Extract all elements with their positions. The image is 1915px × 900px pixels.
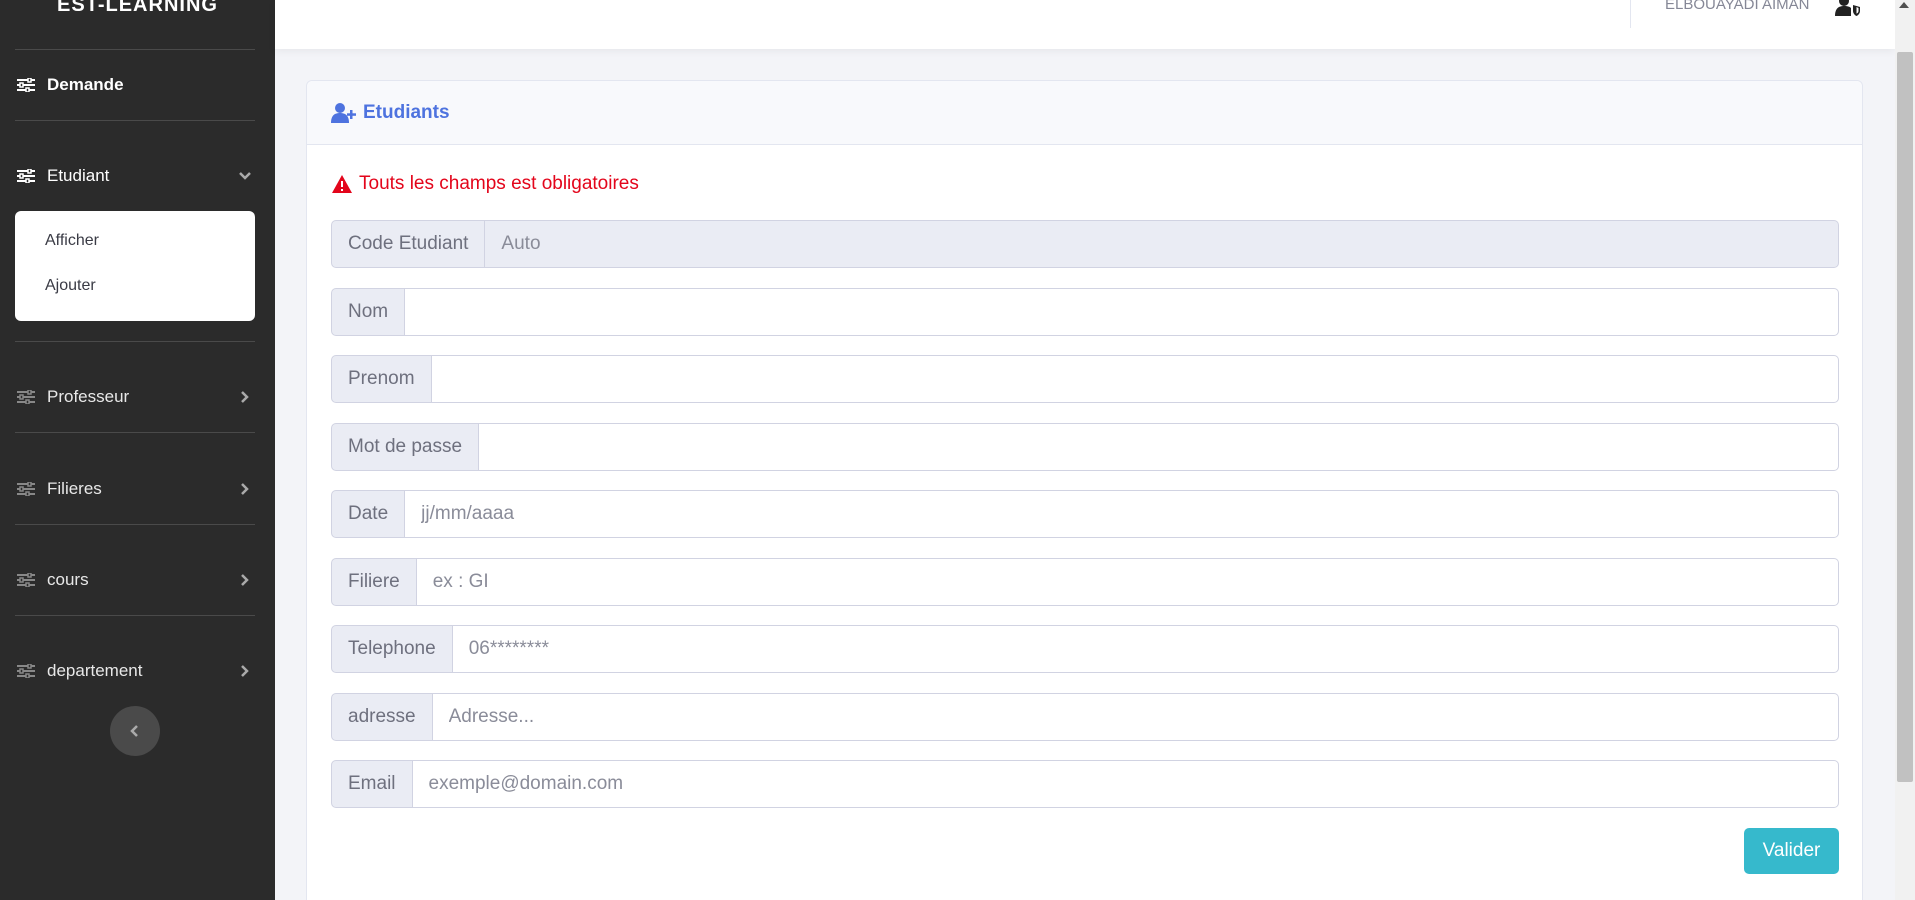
sliders-icon <box>17 482 35 496</box>
sidebar-item-label: Professeur <box>47 387 130 406</box>
field-date: Date <box>331 490 1839 538</box>
sidebar-item-label: departement <box>47 661 143 680</box>
valider-button[interactable]: Valider <box>1744 828 1839 874</box>
sidebar-divider <box>15 341 255 342</box>
field-label: adresse <box>331 693 433 741</box>
sidebar-divider <box>15 49 255 50</box>
chevron-right-icon <box>241 574 249 586</box>
user-name[interactable]: ELBOUAYADI AIMAN <box>1665 0 1810 13</box>
sidebar-item-label: Filieres <box>47 479 102 498</box>
sliders-icon <box>17 573 35 587</box>
adresse-input[interactable] <box>432 693 1839 741</box>
sidebar-item-label: Demande <box>47 75 124 94</box>
sidebar-item-filieres[interactable]: Filieres <box>0 469 275 509</box>
nom-input[interactable] <box>405 288 1839 336</box>
field-label: Date <box>331 490 406 538</box>
field-code-etudiant: Code Etudiant <box>331 220 1839 268</box>
sidebar-toggle-button[interactable] <box>110 706 160 756</box>
submenu-item-afficher[interactable]: Afficher <box>45 232 99 250</box>
sidebar: EST-LEARNING Demande Etudiant Afficher A… <box>0 0 275 900</box>
sidebar-divider <box>15 524 255 525</box>
chevron-right-icon <box>241 483 249 495</box>
required-fields-alert: Touts les champs est obligatoires <box>331 173 639 195</box>
field-label: Code Etudiant <box>331 220 486 268</box>
student-form-card: Etudiants Touts les champs est obligatoi… <box>306 80 1863 900</box>
warning-icon <box>332 175 352 193</box>
field-telephone: Telephone <box>331 625 1839 673</box>
sidebar-item-label: cours <box>47 570 89 589</box>
topbar: ELBOUAYADI AIMAN <box>275 0 1895 49</box>
alert-text: Touts les champs est obligatoires <box>359 173 639 194</box>
scroll-up-arrow[interactable] <box>1899 2 1909 8</box>
field-adresse: adresse <box>331 693 1839 741</box>
sidebar-item-cours[interactable]: cours <box>0 560 275 600</box>
telephone-input[interactable] <box>452 625 1839 673</box>
sidebar-divider <box>15 120 255 121</box>
sliders-icon <box>17 664 35 678</box>
page-scrollbar[interactable] <box>1895 0 1915 900</box>
brand-logo[interactable]: EST-LEARNING <box>0 0 275 17</box>
prenom-input[interactable] <box>431 355 1839 403</box>
field-prenom: Prenom <box>331 355 1839 403</box>
sidebar-divider <box>15 432 255 433</box>
sidebar-item-label: Etudiant <box>47 166 110 185</box>
field-nom: Nom <box>331 288 1839 336</box>
card-title: Etudiants <box>363 101 450 123</box>
topbar-divider <box>1630 0 1631 28</box>
chevron-right-icon <box>241 391 249 403</box>
etudiant-submenu: Afficher Ajouter <box>15 211 255 321</box>
sliders-icon <box>17 390 35 404</box>
chevron-right-icon <box>241 665 249 677</box>
field-label: Prenom <box>331 355 432 403</box>
field-label: Telephone <box>331 625 453 673</box>
sidebar-divider <box>15 615 255 616</box>
field-email: Email <box>331 760 1839 808</box>
field-filiere: Filiere <box>331 558 1839 606</box>
sidebar-item-etudiant[interactable]: Etudiant <box>0 156 275 196</box>
date-input[interactable] <box>405 490 1839 538</box>
sliders-icon <box>17 78 35 92</box>
password-input[interactable] <box>479 423 1839 471</box>
field-mot-de-passe: Mot de passe <box>331 423 1839 471</box>
sidebar-item-professeur[interactable]: Professeur <box>0 377 275 417</box>
field-label: Nom <box>331 288 406 336</box>
user-shield-icon[interactable] <box>1835 0 1861 16</box>
email-input[interactable] <box>412 760 1839 808</box>
sidebar-item-departement[interactable]: departement <box>0 651 275 691</box>
sidebar-item-demande[interactable]: Demande <box>0 65 275 105</box>
code-etudiant-input[interactable] <box>485 220 1839 268</box>
sliders-icon <box>17 169 35 183</box>
field-label: Mot de passe <box>331 423 480 471</box>
scrollbar-thumb[interactable] <box>1897 52 1913 782</box>
field-label: Email <box>331 760 413 808</box>
chevron-left-icon <box>130 725 138 737</box>
user-plus-icon <box>331 102 356 123</box>
submenu-item-ajouter[interactable]: Ajouter <box>45 277 96 295</box>
card-header: Etudiants <box>307 81 1862 145</box>
field-label: Filiere <box>331 558 417 606</box>
filiere-input[interactable] <box>416 558 1839 606</box>
chevron-down-icon <box>239 172 251 180</box>
